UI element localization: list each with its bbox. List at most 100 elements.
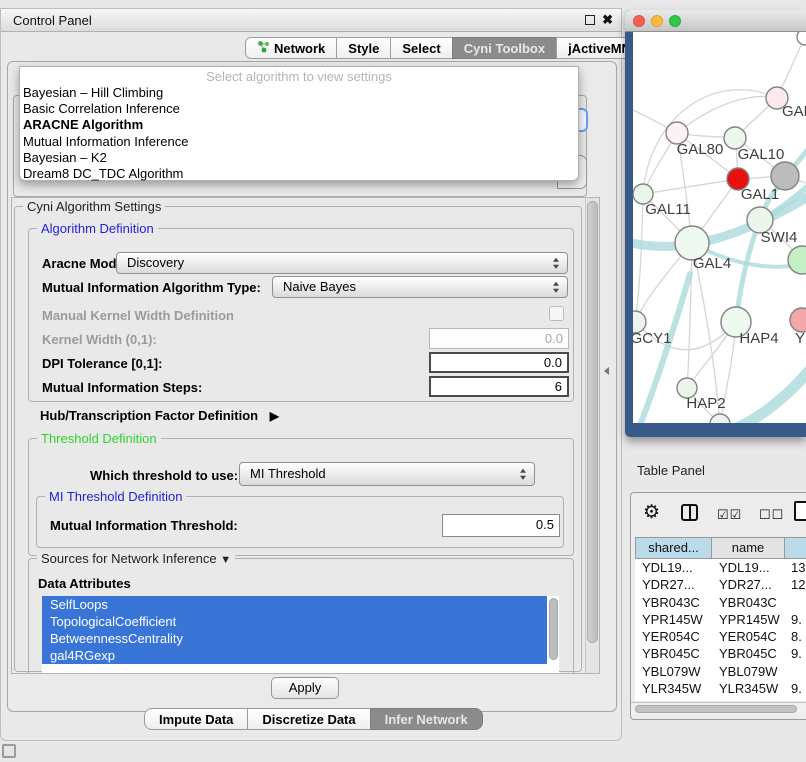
close-traffic-light-icon[interactable] [633,15,645,27]
tab-select[interactable]: Select [390,37,452,59]
list-item[interactable]: TopologicalCoefficient [42,613,547,630]
groupbox-legend: Threshold Definition [37,431,161,446]
expand-arrow-icon: ▶ [270,409,279,423]
minimized-panel-icon[interactable] [2,744,16,758]
table-cell: 9. [786,611,806,628]
tab-infer-network[interactable]: Infer Network [370,708,483,730]
table-cell: YPR145W [635,611,712,628]
sources-legend-label: Sources for Network Inference [41,551,217,566]
tab-network[interactable]: Network [245,37,337,59]
close-icon[interactable]: ✖ [602,12,613,28]
vertical-scrollbar-thumb[interactable] [587,201,598,643]
which-threshold-combobox[interactable]: MI Threshold [239,462,535,486]
table-cell: 13 [786,559,806,576]
hub-definition-toggle[interactable]: Hub/Transcription Factor Definition ▶ [40,408,279,423]
tab-label: Network [274,38,325,59]
network-node-label: GAL [782,103,806,120]
dropdown-item[interactable]: Dream8 DC_TDC Algorithm [20,166,578,182]
network-node-green-right[interactable] [788,246,806,274]
table-cell: 9. [786,697,806,701]
dropdown-item[interactable]: Mutual Information Inference [20,134,578,150]
tab-cyni-toolbox[interactable]: Cyni Toolbox [452,37,557,59]
new-table-icon[interactable] [794,501,806,521]
table-row[interactable]: YBR043CYBR043C [635,594,806,611]
network-node-label: GCY1 [633,330,671,347]
mi-steps-field[interactable]: 6 [429,376,569,397]
dpi-tolerance-field[interactable]: 0.0 [429,352,569,373]
table-row[interactable]: YDR27...YDR27...12 [635,576,806,593]
stepper-arrows-icon [520,469,526,480]
horizontal-scrollbar-thumb[interactable] [635,705,797,713]
network-edge[interactable] [687,243,692,388]
gear-icon[interactable]: ⚙ [643,501,660,524]
network-node-edge-node-top[interactable] [797,32,806,45]
sources-legend-toggle[interactable]: Sources for Network Inference ▼ [37,551,235,566]
manual-kernel-checkbox[interactable] [549,306,564,321]
mi-threshold-field[interactable]: 0.5 [442,514,560,537]
split-columns-icon[interactable] [681,504,698,521]
table-row[interactable]: YER054CYER054C8. [635,628,806,645]
list-item[interactable]: SelfLoops [42,596,547,613]
dropdown-prompt: Select algorithm to view settings [20,68,578,85]
table-panel-window: ⚙ ☑☑ ☐☐ shared... name YDL19...YDL19...1… [630,492,806,720]
table-row[interactable]: YBR045CYBR045C9. [635,645,806,662]
data-attributes-list: SelfLoops TopologicalCoefficient Between… [42,596,559,674]
table-cell: YBR043C [635,594,712,611]
dropdown-item[interactable]: Bayesian – Hill Climbing [20,85,578,101]
column-header-clipped[interactable] [784,537,806,559]
network-node-salmon-node[interactable] [790,308,806,332]
tab-impute-data[interactable]: Impute Data [144,708,248,730]
zoom-traffic-light-icon[interactable] [669,15,681,27]
network-node-gray-node[interactable] [771,162,799,190]
kernel-width-field[interactable]: 0.0 [429,328,569,349]
network-node-label: Y [795,330,805,347]
list-scrollbar-thumb[interactable] [549,598,558,660]
groupbox-legend: Cyni Algorithm Settings [23,199,165,214]
deselect-columns-icon[interactable]: ☐☐ [759,507,784,523]
network-edge[interactable] [677,96,777,133]
network-node-label: HAP4 [739,330,778,347]
network-node-bottom-node[interactable] [710,414,730,423]
combobox-value: Discovery [127,255,184,270]
apply-button[interactable]: Apply [271,677,339,699]
combobox-value: Naive Bayes [283,279,356,294]
tab-label: Cyni Toolbox [464,38,545,59]
float-window-icon[interactable] [585,15,595,25]
table-row[interactable]: YIL053CYIL053C9. [635,697,806,701]
table-row[interactable]: YPR145WYPR145W9. [635,611,806,628]
stepper-arrows-icon [553,258,559,269]
tab-label: Style [348,38,379,59]
algorithm-dropdown-popup: Select algorithm to view settings Bayesi… [19,66,579,181]
network-edge-highlighted[interactable] [635,274,690,423]
network-edge[interactable] [635,194,643,322]
network-edge-highlighted[interactable] [719,366,806,423]
list-item[interactable]: gal4RGexp [42,647,547,664]
table-cell: YBR045C [635,645,712,662]
network-canvas[interactable]: GALGAL80GAL10GAL1GAL11SWI4GAL4GCY1HAP4YH… [633,32,806,423]
table-row[interactable]: YDL19...YDL19...13 [635,559,806,576]
panel-divider-collapse-handle[interactable] [604,367,609,375]
table-cell [786,594,806,611]
network-svg: GALGAL80GAL10GAL1GAL11SWI4GAL4GCY1HAP4YH… [633,32,806,423]
column-header-shared[interactable]: shared... [635,537,712,559]
control-panel-titlebar: Control Panel ✖ [1,9,621,32]
tab-discretize-data[interactable]: Discretize Data [247,708,370,730]
horizontal-scrollbar-track[interactable] [631,702,806,714]
aracne-mode-combobox[interactable]: Discovery [116,252,568,274]
tab-style[interactable]: Style [336,37,391,59]
minimize-traffic-light-icon[interactable] [651,15,663,27]
table-row[interactable]: YBL079WYBL079W [635,663,806,680]
select-columns-icon[interactable]: ☑☑ [717,507,742,523]
network-edge[interactable] [643,179,738,194]
table-row[interactable]: YLR345WYLR345W9. [635,680,806,697]
list-item[interactable]: BetweennessCentrality [42,630,547,647]
column-header-name[interactable]: name [711,537,785,559]
dropdown-item-selected[interactable]: ARACNE Algorithm [20,117,578,133]
dropdown-item[interactable]: Basic Correlation Inference [20,101,578,117]
groupbox-legend: MI Threshold Definition [45,489,186,504]
mi-type-combobox[interactable]: Naive Bayes [272,276,568,298]
table-cell: YDL19... [635,559,712,576]
dropdown-item[interactable]: Bayesian – K2 [20,150,578,166]
table-cell: YBR043C [712,594,786,611]
vertical-scrollbar-track[interactable] [585,198,599,673]
